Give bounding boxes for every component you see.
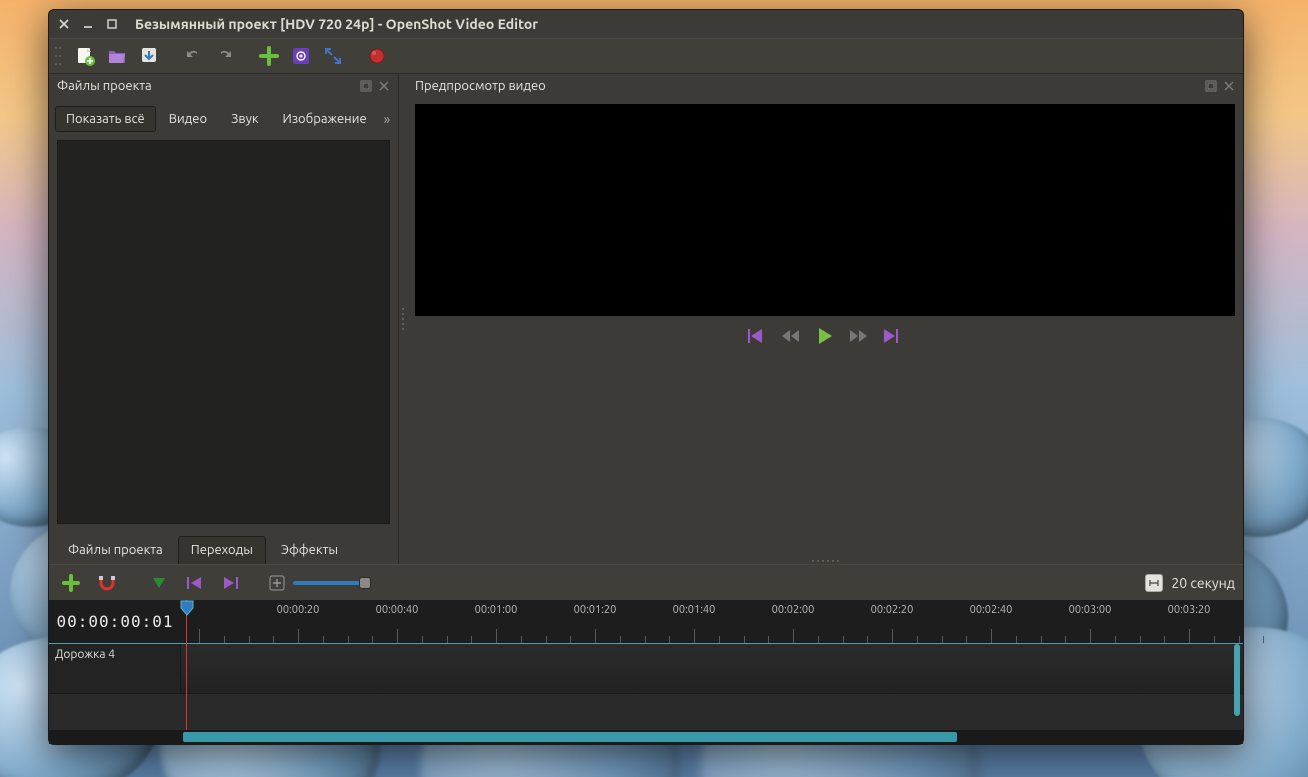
- window-close-button[interactable]: [57, 17, 71, 31]
- ruler-label: 00:01:20: [574, 604, 617, 616]
- playhead[interactable]: [186, 600, 187, 730]
- timecode-display: 00:00:00:01: [49, 600, 181, 643]
- tab-effects[interactable]: Эффекты: [268, 536, 351, 564]
- rewind-button[interactable]: [781, 326, 801, 346]
- project-files-panel: Файлы проекта Показать всё Видео Звук Из…: [49, 74, 399, 564]
- toolbar-grip[interactable]: [55, 47, 63, 65]
- filter-video[interactable]: Видео: [158, 106, 218, 132]
- project-files-list[interactable]: [57, 140, 390, 524]
- new-project-button[interactable]: [71, 42, 99, 70]
- window-titlebar: Безымянный проект [HDV 720 24p] - OpenSh…: [49, 10, 1243, 38]
- preview-title: Предпросмотр видео: [415, 79, 546, 93]
- ruler-label: 00:03:20: [1168, 604, 1211, 616]
- fast-forward-button[interactable]: [849, 326, 869, 346]
- play-button[interactable]: [815, 326, 835, 346]
- main-toolbar: [49, 38, 1243, 74]
- timeline: 00:00:00:01 00:00:20 00:00:40 00:01:00 00:0…: [49, 600, 1243, 744]
- zoom-scale-icon[interactable]: [1145, 574, 1163, 592]
- snap-button[interactable]: [93, 569, 121, 597]
- left-panel-tabs: Файлы проекта Переходы Эффекты: [49, 532, 398, 564]
- open-project-button[interactable]: [103, 42, 131, 70]
- next-marker-button[interactable]: [217, 569, 245, 597]
- profile-button[interactable]: [287, 42, 315, 70]
- detach-panel-icon[interactable]: [1205, 80, 1217, 92]
- ruler-label: 00:00:20: [277, 604, 320, 616]
- filter-show-all[interactable]: Показать всё: [55, 106, 156, 132]
- timeline-toolbar: 20 секунд: [49, 564, 1243, 600]
- ruler-label: 00:01:00: [475, 604, 518, 616]
- file-filters: Показать всё Видео Звук Изображение »: [49, 98, 398, 140]
- add-track-button[interactable]: [57, 569, 85, 597]
- zoom-level-label: 20 секунд: [1171, 575, 1235, 591]
- add-marker-button[interactable]: [145, 569, 173, 597]
- filter-more-icon[interactable]: »: [384, 111, 391, 127]
- filter-audio[interactable]: Звук: [220, 106, 269, 132]
- ruler-label: 00:02:20: [871, 604, 914, 616]
- export-video-button[interactable]: [363, 42, 391, 70]
- playback-controls: [407, 322, 1243, 350]
- window-minimize-button[interactable]: [81, 17, 95, 31]
- preview-panel: Предпросмотр видео: [407, 74, 1243, 564]
- video-preview[interactable]: [415, 104, 1235, 316]
- vertical-scrollbar[interactable]: [1234, 644, 1240, 716]
- track-body[interactable]: [181, 644, 1243, 693]
- ruler-label: 00:00:40: [376, 604, 419, 616]
- track-header[interactable]: Дорожка 4: [49, 644, 181, 693]
- tab-project-files[interactable]: Файлы проекта: [55, 536, 176, 564]
- save-project-button[interactable]: [135, 42, 163, 70]
- horizontal-scrollbar[interactable]: [49, 730, 1243, 744]
- jump-end-button[interactable]: [883, 326, 903, 346]
- ruler-label: 00:01:40: [673, 604, 716, 616]
- ruler-label: 00:02:40: [970, 604, 1013, 616]
- zoom-slider[interactable]: [293, 581, 365, 585]
- window-maximize-button[interactable]: [105, 17, 119, 31]
- preview-panel-header: Предпросмотр видео: [407, 74, 1243, 98]
- undo-button[interactable]: [179, 42, 207, 70]
- horizontal-splitter[interactable]: [399, 74, 407, 564]
- project-files-title: Файлы проекта: [57, 79, 152, 93]
- timeline-tracks: Дорожка 4: [49, 644, 1243, 730]
- close-panel-icon[interactable]: [378, 80, 390, 92]
- timeline-ruler[interactable]: 00:00:00:01 00:00:20 00:00:40 00:01:00 00:0…: [49, 600, 1243, 644]
- jump-start-button[interactable]: [747, 326, 767, 346]
- app-window: Безымянный проект [HDV 720 24p] - OpenSh…: [48, 9, 1244, 745]
- prev-marker-button[interactable]: [181, 569, 209, 597]
- close-panel-icon[interactable]: [1223, 80, 1235, 92]
- project-files-panel-header: Файлы проекта: [49, 74, 398, 98]
- filter-image[interactable]: Изображение: [272, 106, 378, 132]
- tab-transitions[interactable]: Переходы: [178, 536, 266, 564]
- import-files-button[interactable]: [255, 42, 283, 70]
- vertical-splitter[interactable]: [407, 350, 1243, 564]
- center-playhead-icon[interactable]: [269, 575, 285, 591]
- detach-panel-icon[interactable]: [360, 80, 372, 92]
- redo-button[interactable]: [211, 42, 239, 70]
- zoom-controls: [269, 575, 365, 591]
- ruler-label: 00:02:00: [772, 604, 815, 616]
- track-row: Дорожка 4: [49, 644, 1243, 694]
- window-title: Безымянный проект [HDV 720 24p] - OpenSh…: [135, 16, 538, 32]
- ruler-label: 00:03:00: [1069, 604, 1112, 616]
- fullscreen-button[interactable]: [319, 42, 347, 70]
